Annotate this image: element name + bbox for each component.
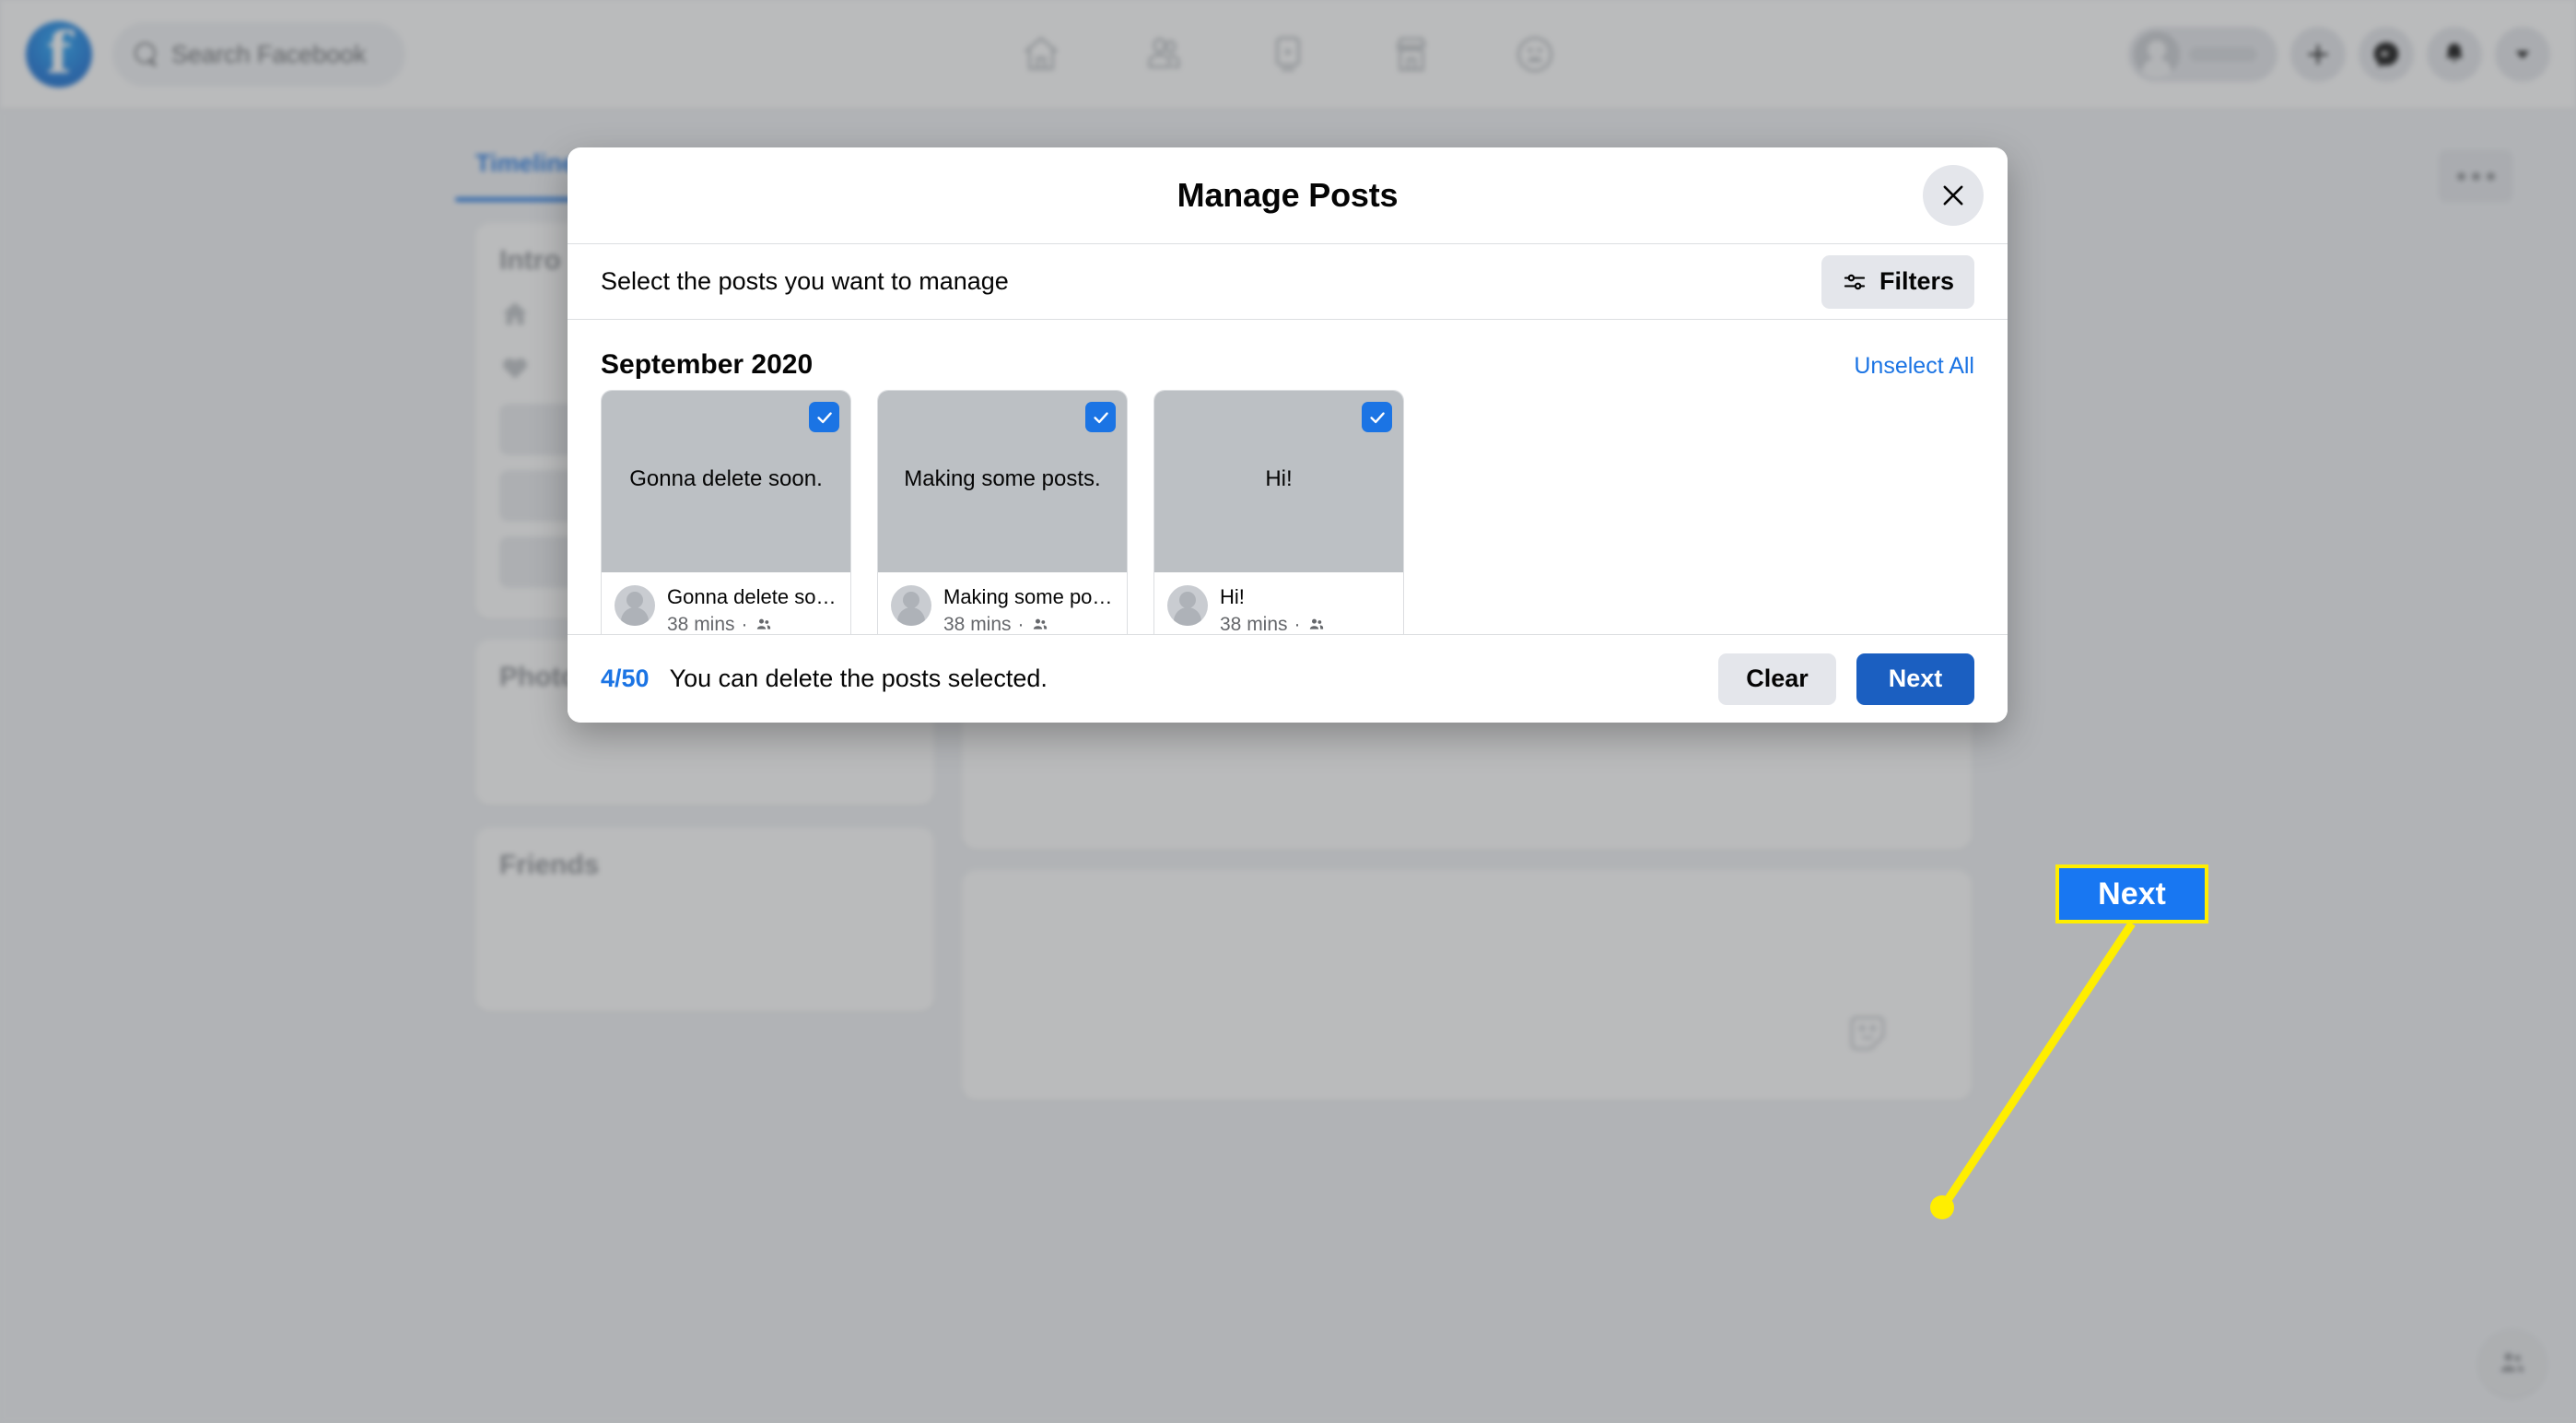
manage-posts-dialog: Manage Posts Select the posts you want t… [568, 147, 2008, 723]
check-icon [1369, 411, 1385, 423]
next-button[interactable]: Next [1856, 653, 1974, 705]
post-timestamp: 38 mins [667, 614, 735, 634]
check-icon [816, 411, 832, 423]
post-meta: Making some posts. 38 mins · [878, 572, 1127, 634]
post-preview-text: Hi! [1265, 466, 1293, 491]
section-title: September 2020 [601, 349, 814, 380]
post-card[interactable]: Gonna delete soon. Gonna delete soon. 38… [601, 390, 851, 634]
footer-note: You can delete the posts selected. [669, 664, 1048, 692]
dialog-subheader: Select the posts you want to manage Filt… [568, 244, 2008, 320]
friends-privacy-icon [1309, 618, 1323, 629]
unselect-all-link[interactable]: Unselect All [1854, 353, 1974, 380]
post-caption: Gonna delete soon. [667, 585, 839, 608]
section-header: September 2020 Unselect All [601, 320, 1974, 390]
post-preview-text: Gonna delete soon. [629, 466, 823, 491]
separator-dot: · [1294, 614, 1301, 634]
dialog-header: Manage Posts [568, 147, 2008, 244]
check-icon [1093, 411, 1108, 423]
filters-icon [1844, 274, 1866, 289]
dialog-title: Manage Posts [1177, 176, 1399, 214]
avatar [615, 585, 655, 626]
post-checkbox[interactable] [809, 402, 839, 432]
close-button[interactable] [1923, 165, 1984, 226]
dialog-instruction: Select the posts you want to manage [601, 267, 1009, 295]
post-meta: Hi! 38 mins · [1154, 572, 1403, 634]
dialog-footer: 4/50 You can delete the posts selected. … [568, 634, 2008, 723]
filters-button[interactable]: Filters [1821, 254, 1974, 309]
post-preview-text: Making some posts. [904, 466, 1101, 491]
avatar [891, 585, 931, 626]
post-meta: Gonna delete soon. 38 mins · [602, 572, 850, 634]
post-caption: Making some posts. [943, 585, 1116, 608]
post-caption: Hi! [1220, 585, 1245, 608]
post-card[interactable]: Making some posts. Making some posts. 38… [877, 390, 1128, 634]
post-timestamp: 38 mins [943, 614, 1012, 634]
separator-dot: · [741, 614, 748, 634]
annotation-callout-next: Next [2055, 864, 2208, 923]
avatar [1167, 585, 1208, 626]
clear-button[interactable]: Clear [1718, 653, 1836, 705]
separator-dot: · [1017, 614, 1025, 634]
dialog-body[interactable]: September 2020 Unselect All Gonna delete… [568, 320, 2008, 634]
close-icon [1943, 185, 1963, 206]
selection-count: 4/50 [601, 664, 650, 692]
post-grid: Gonna delete soon. Gonna delete soon. 38… [601, 390, 1974, 634]
post-checkbox[interactable] [1362, 402, 1392, 432]
filters-label: Filters [1879, 267, 1954, 295]
friends-privacy-icon [1033, 618, 1047, 629]
annotation-label: Next [2098, 876, 2166, 911]
post-card[interactable]: Hi! Hi! 38 mins · [1153, 390, 1404, 634]
post-timestamp: 38 mins [1220, 614, 1288, 634]
friends-privacy-icon [756, 618, 770, 629]
post-checkbox[interactable] [1085, 402, 1116, 432]
